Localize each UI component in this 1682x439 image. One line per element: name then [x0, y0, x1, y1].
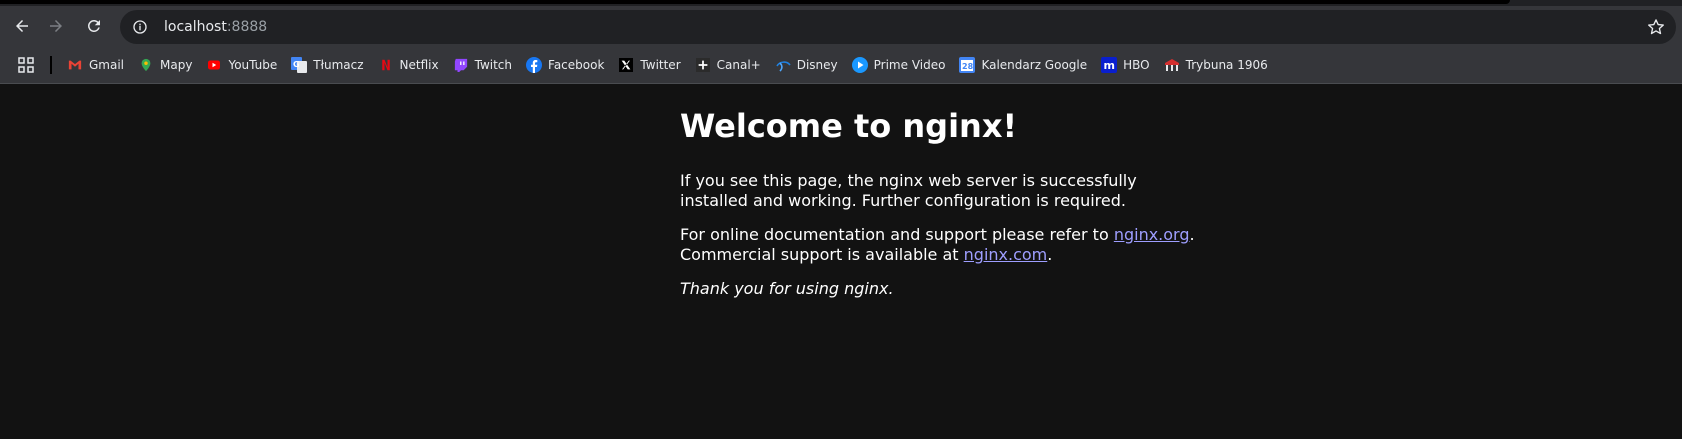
- bookmarks-bar: Gmail Mapy YouTube G Tłumacz Netflix Twitch Fac…: [0, 46, 1682, 84]
- x-icon: [618, 57, 634, 73]
- bookmark-list: Gmail Mapy YouTube G Tłumacz Netflix Twitch Fac…: [60, 51, 1275, 79]
- netflix-icon: [378, 57, 394, 73]
- bookmark-trybuna-1906[interactable]: Trybuna 1906: [1157, 51, 1275, 79]
- bookmark-disney[interactable]: Disney: [768, 51, 845, 79]
- arrow-right-icon: [50, 20, 62, 32]
- disney-icon: [775, 57, 791, 73]
- bookmark-kalendarz-google[interactable]: 28 Kalendarz Google: [952, 51, 1094, 79]
- bookmark-netflix[interactable]: Netflix: [371, 51, 446, 79]
- svg-text:28: 28: [962, 62, 974, 71]
- docs-text: For online documentation and support ple…: [680, 225, 1114, 244]
- url-port: :8888: [226, 19, 268, 35]
- canal-plus-icon: [695, 57, 711, 73]
- bookmark-label: HBO: [1123, 57, 1150, 72]
- browser-toolbar: localhost:8888: [0, 6, 1682, 46]
- arrow-left-icon: [16, 20, 28, 32]
- install-message: If you see this page, the nginx web serv…: [680, 171, 1137, 210]
- bookmark-label: Netflix: [399, 57, 439, 72]
- bookmark-mapy[interactable]: Mapy: [131, 51, 199, 79]
- commercial-period: .: [1047, 245, 1053, 264]
- facebook-icon: [526, 56, 543, 73]
- bookmark-twitch[interactable]: Twitch: [446, 51, 519, 79]
- thanks-text: Thank you for using nginx.: [680, 279, 894, 298]
- nginx-welcome: Welcome to nginx! If you see this page, …: [680, 107, 1200, 313]
- reload-icon: [87, 19, 100, 32]
- tab-strip-edge: [0, 0, 1510, 4]
- bookmark-label: Canal+: [716, 57, 761, 72]
- forward-button[interactable]: [40, 10, 72, 42]
- svg-text:m: m: [1104, 59, 1115, 72]
- apps-grid-icon[interactable]: [14, 53, 38, 77]
- bookmark-canal[interactable]: Canal+: [688, 51, 768, 79]
- trybuna-icon: [1164, 57, 1180, 73]
- bookmark-label: Tłumacz: [313, 57, 364, 72]
- bookmark-label: Disney: [796, 57, 838, 72]
- thanks-message: Thank you for using nginx.: [680, 279, 1200, 299]
- bookmark-label: Gmail: [89, 57, 125, 72]
- twitch-icon: [453, 57, 469, 73]
- bookmark-label: Prime Video: [873, 57, 946, 72]
- maps-icon: [138, 57, 154, 73]
- docs-period: .: [1189, 225, 1195, 244]
- bookmark-label: Twitch: [474, 57, 513, 72]
- url-host: localhost: [164, 19, 227, 35]
- reload-button[interactable]: [78, 10, 110, 42]
- gmail-icon: [67, 57, 83, 73]
- bookmark-label: Facebook: [548, 57, 605, 72]
- prime-video-icon: [851, 56, 868, 73]
- bookmark-label: Trybuna 1906: [1185, 57, 1268, 72]
- bookmark-youtube[interactable]: YouTube: [199, 51, 284, 79]
- hbo-icon: m: [1101, 56, 1118, 73]
- svg-text:G: G: [293, 60, 300, 69]
- bookmark-gmail[interactable]: Gmail: [60, 51, 131, 79]
- commercial-text: Commercial support is available at: [680, 245, 964, 264]
- docs-paragraph: For online documentation and support ple…: [680, 225, 1200, 265]
- back-button[interactable]: [6, 10, 38, 42]
- youtube-icon: [206, 57, 222, 73]
- bookmark-label: Twitter: [640, 57, 681, 72]
- bookmark-label: YouTube: [228, 57, 278, 72]
- bookmark-hbo[interactable]: m HBO: [1094, 51, 1157, 79]
- bookmark-t-umacz[interactable]: G Tłumacz: [284, 51, 370, 79]
- google-calendar-icon: 28: [959, 56, 976, 73]
- bookmarks-separator: [50, 55, 52, 74]
- bookmark-label: Mapy: [160, 57, 193, 72]
- bookmark-star-icon[interactable]: [1646, 17, 1666, 37]
- address-bar[interactable]: localhost:8888: [120, 10, 1676, 44]
- nginx-com-link[interactable]: nginx.com: [964, 245, 1048, 264]
- bookmark-twitter[interactable]: Twitter: [611, 51, 687, 79]
- bookmark-prime-video[interactable]: Prime Video: [845, 51, 953, 79]
- url-text[interactable]: localhost:8888: [164, 19, 267, 35]
- nginx-org-link[interactable]: nginx.org: [1114, 225, 1190, 244]
- bookmark-label: Kalendarz Google: [981, 57, 1088, 72]
- site-info-icon[interactable]: [130, 17, 150, 37]
- bookmark-facebook[interactable]: Facebook: [519, 51, 611, 79]
- translate-icon: G: [291, 56, 308, 73]
- page-content: Welcome to nginx! If you see this page, …: [0, 85, 1682, 439]
- page-title: Welcome to nginx!: [680, 107, 1018, 145]
